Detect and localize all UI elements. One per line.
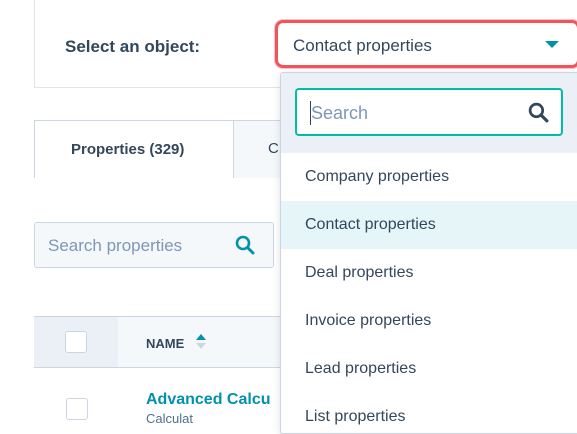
select-all-cell xyxy=(34,317,118,367)
object-select-value: Contact properties xyxy=(293,36,432,55)
option-company-properties[interactable]: Company properties xyxy=(281,153,577,201)
object-dropdown-menu: Search Company properties Contact proper… xyxy=(280,72,577,434)
dropdown-search-area: Search xyxy=(281,73,577,153)
column-header-name[interactable]: NAME xyxy=(146,336,184,351)
option-deal-properties[interactable]: Deal properties xyxy=(281,249,577,297)
select-all-checkbox[interactable] xyxy=(65,331,87,353)
property-description: Calculat xyxy=(146,411,193,426)
option-lead-properties[interactable]: Lead properties xyxy=(281,345,577,393)
dropdown-options: Company properties Contact properties De… xyxy=(281,153,577,433)
caret-down-icon xyxy=(545,41,559,48)
option-invoice-properties[interactable]: Invoice properties xyxy=(281,297,577,345)
dropdown-search-placeholder: Search xyxy=(311,103,369,123)
tab-second-label: C xyxy=(268,140,279,157)
search-icon[interactable] xyxy=(528,102,549,128)
property-name-link[interactable]: Advanced Calcu xyxy=(146,391,270,409)
select-object-label: Select an object: xyxy=(65,37,201,56)
tab-properties[interactable]: Properties (329) xyxy=(34,120,234,178)
object-select-dropdown[interactable]: Contact properties xyxy=(275,20,577,68)
dropdown-search-input[interactable]: Search xyxy=(295,88,563,136)
option-list-properties[interactable]: List properties xyxy=(281,393,577,433)
option-contact-properties[interactable]: Contact properties xyxy=(281,201,577,249)
tab-properties-label: Properties (329) xyxy=(71,141,185,158)
search-properties-placeholder: Search properties xyxy=(48,236,183,255)
sort-icon[interactable] xyxy=(196,334,206,355)
search-icon[interactable] xyxy=(235,235,255,260)
search-properties-input[interactable]: Search properties xyxy=(34,222,274,268)
